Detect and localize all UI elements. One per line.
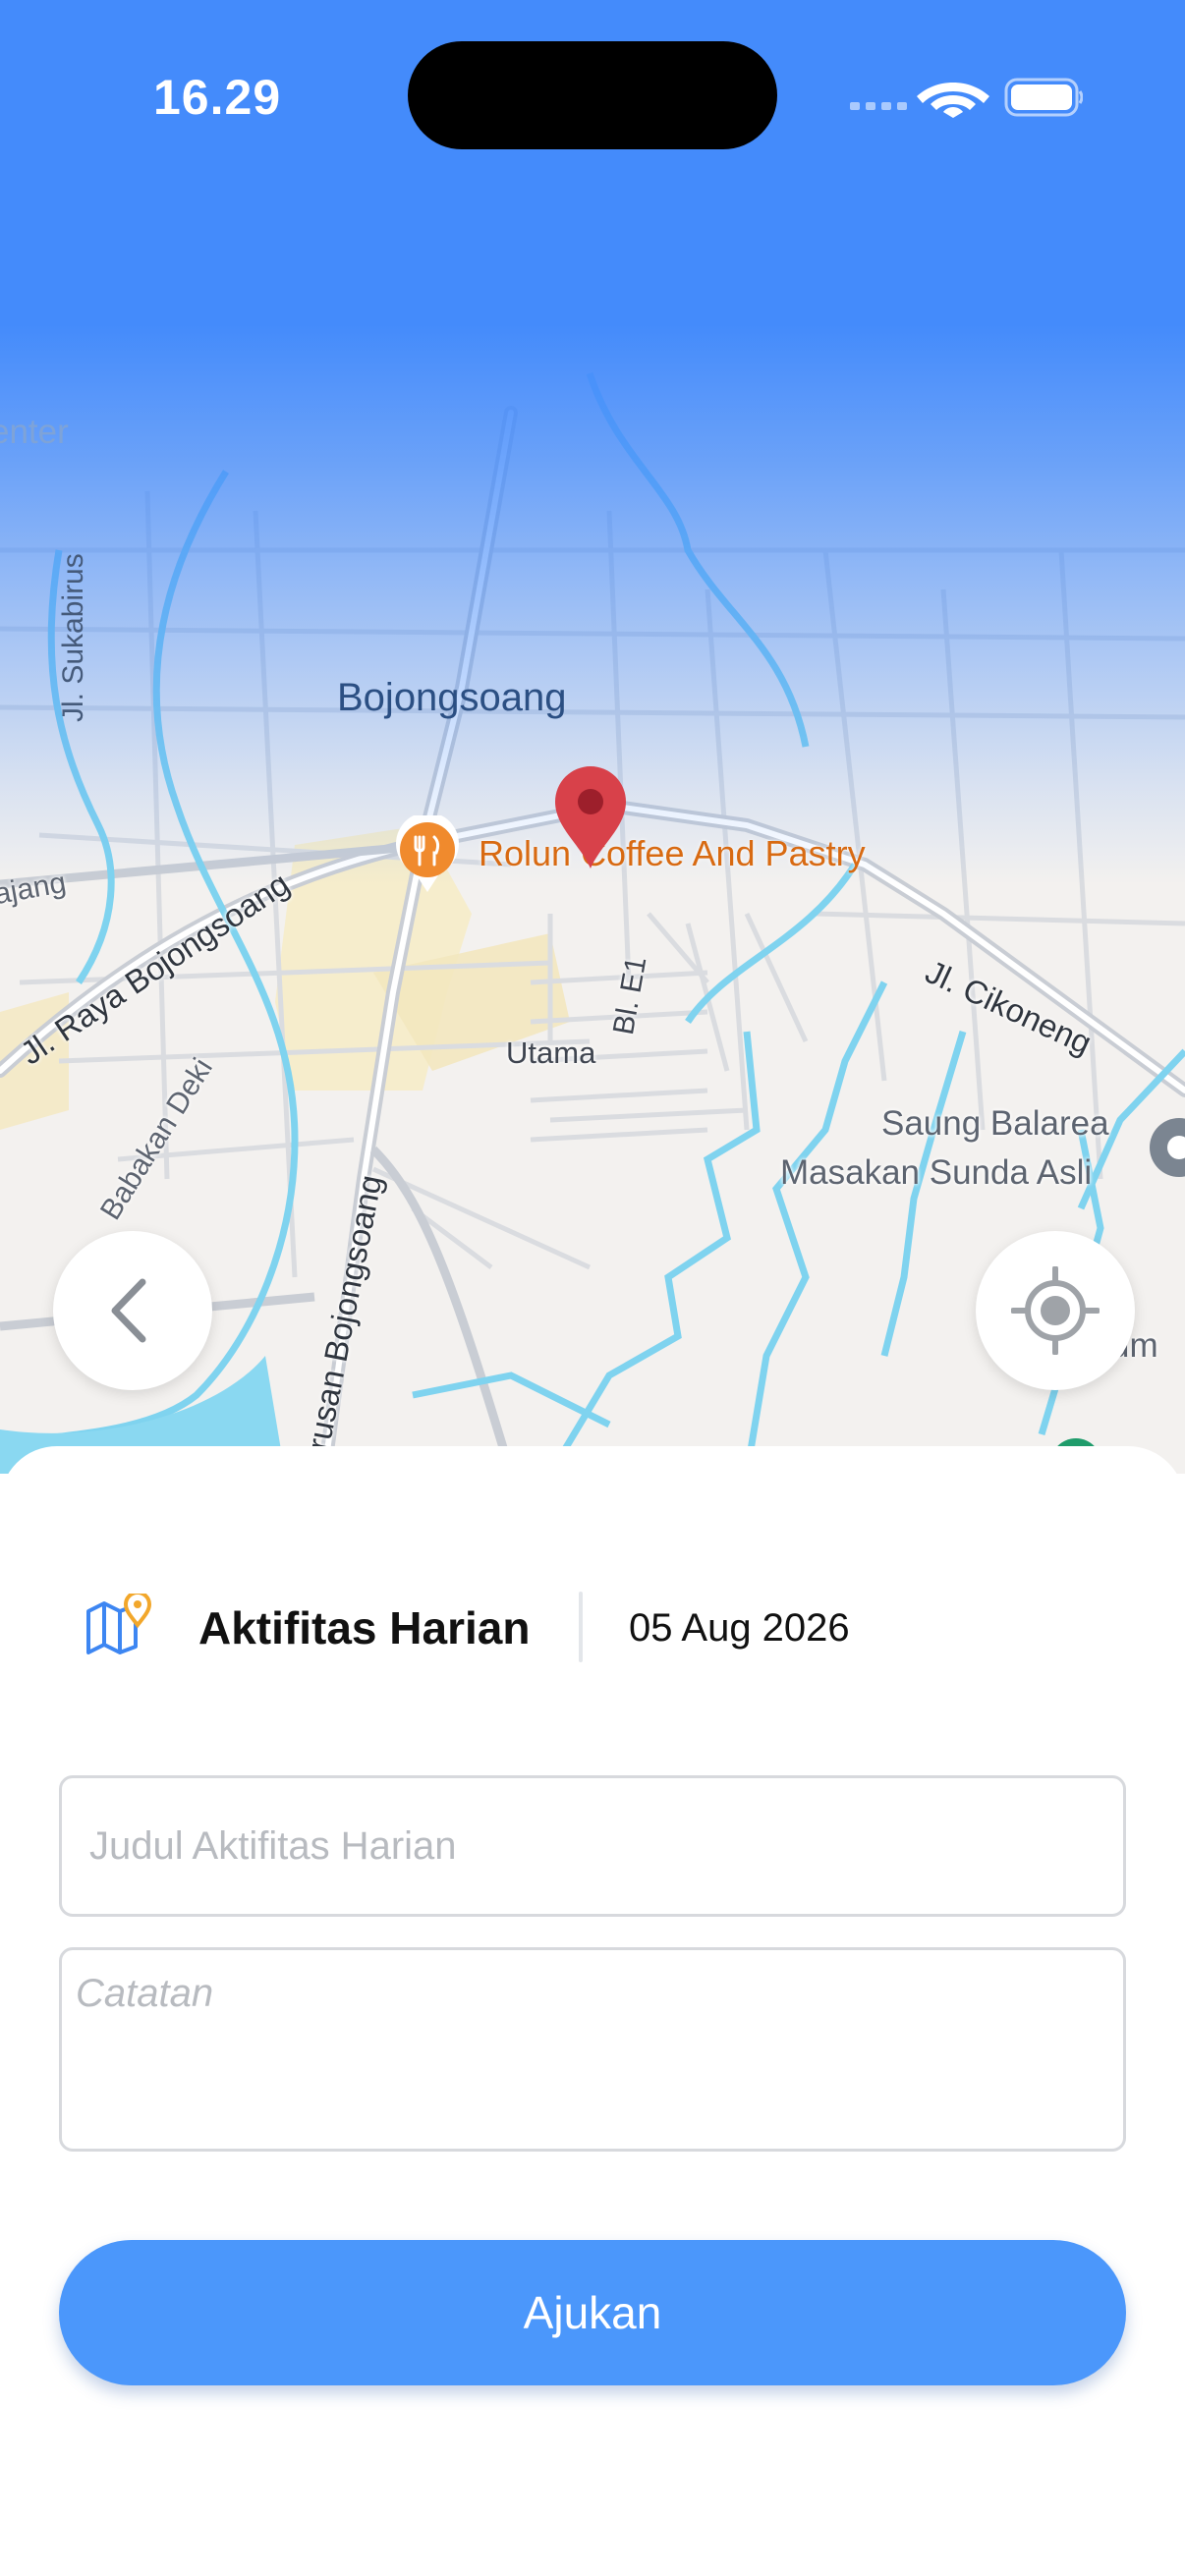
wifi-icon <box>917 83 989 118</box>
chevron-left-icon <box>111 1278 146 1343</box>
sheet-title: Aktifitas Harian <box>198 1602 531 1653</box>
activity-date: 05 Aug 2026 <box>629 1606 850 1650</box>
map-label-sukabirus: Jl. Sukabirus <box>57 553 89 722</box>
my-location-button[interactable] <box>976 1231 1135 1390</box>
map-label-poi-coffee[interactable]: Rolun Coffee And Pastry <box>479 833 866 874</box>
cellular-icon <box>850 102 907 110</box>
map-pin-icon <box>555 766 626 868</box>
map-label-saung-line1[interactable]: Saung Balarea <box>881 1104 1109 1144</box>
activity-title-input[interactable] <box>62 1778 1123 1914</box>
submit-button[interactable]: Ajukan <box>59 2240 1126 2385</box>
status-icons <box>847 77 1084 118</box>
selected-location-pin <box>551 762 630 872</box>
map-label-utama: Utama <box>506 1036 596 1070</box>
map-location-icon <box>85 1591 153 1654</box>
dynamic-island <box>408 41 777 149</box>
activity-title-field[interactable] <box>59 1775 1126 1917</box>
back-button[interactable] <box>53 1231 212 1390</box>
activity-form-sheet: Aktifitas Harian 05 Aug 2026 Ajukan <box>0 1446 1185 2576</box>
map-label-area[interactable]: Bojongsoang <box>337 676 567 720</box>
battery-icon <box>1004 78 1084 117</box>
status-time: 16.29 <box>153 70 282 125</box>
header-divider <box>579 1592 583 1662</box>
poi-coffee-marker[interactable] <box>393 812 462 894</box>
notes-field[interactable] <box>59 1947 1126 2152</box>
restaurant-pin-icon <box>396 812 459 892</box>
notes-input[interactable] <box>62 1950 1123 2149</box>
crosshair-icon <box>1011 1266 1100 1355</box>
map-label-top-partial: enter <box>0 413 69 451</box>
map-label-saung-line2[interactable]: Masakan Sunda Asli <box>780 1153 1092 1193</box>
